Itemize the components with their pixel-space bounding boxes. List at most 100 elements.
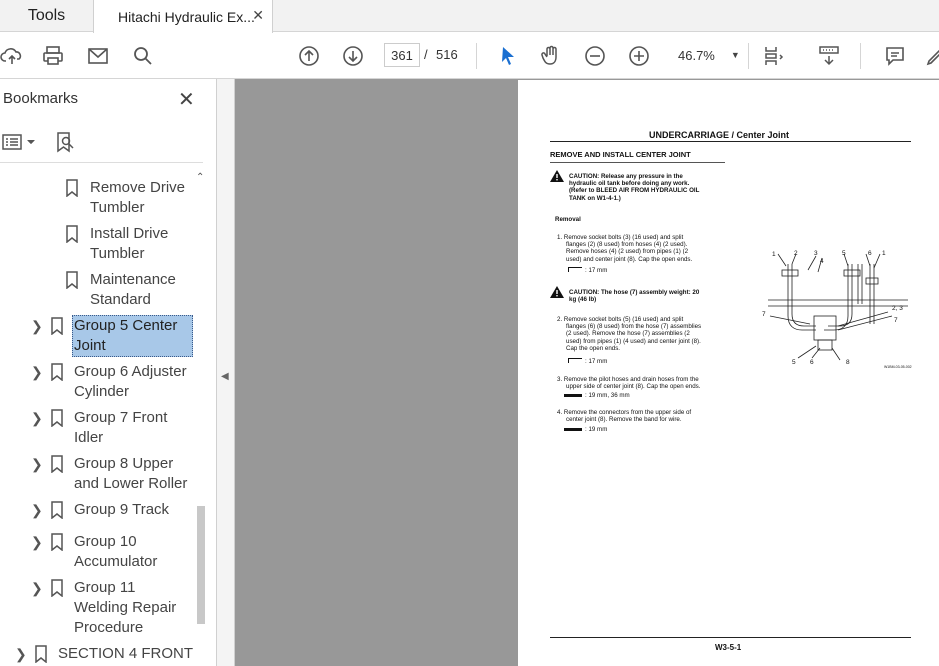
main-toolbar: 361 / 516 46.7% ▼: [0, 33, 939, 79]
bookmark-item-group-8[interactable]: ❯ Group 8 Upper and Lower Roller: [0, 446, 194, 492]
chevron-right-icon[interactable]: ❯: [31, 408, 43, 428]
caution-line: kg (46 lb): [569, 296, 597, 304]
bookmark-item-section-4-front[interactable]: ❯ SECTION 4 FRONT: [0, 636, 194, 666]
caution-line: CAUTION: Release any pressure in the: [569, 173, 683, 180]
bookmark-label: Joint: [74, 337, 106, 354]
zoom-in-icon[interactable]: [625, 42, 653, 70]
bookmark-label: Group 8 Upper: [74, 455, 174, 472]
bookmark-label: Group 5 Center: [74, 317, 178, 334]
print-icon[interactable]: [39, 42, 67, 70]
bookmark-icon: [66, 179, 78, 197]
bookmark-item-group-5-center-joint[interactable]: ❯ Group 5 Center Joint: [0, 308, 194, 357]
bookmark-label: Accumulator: [74, 553, 158, 570]
panel-title: Bookmarks: [3, 90, 79, 107]
chevron-right-icon[interactable]: ❯: [15, 644, 27, 664]
zoom-out-icon[interactable]: [581, 42, 609, 70]
pdf-page: UNDERCARRIAGE / Center Joint REMOVE AND …: [518, 80, 939, 666]
caution-2: CAUTION: The hose (7) assembly weight: 2…: [569, 289, 723, 303]
previous-page-icon[interactable]: [295, 42, 323, 70]
bookmark-label: Cylinder: [74, 383, 130, 400]
tool-size: : 19 mm, 36 mm: [585, 392, 630, 399]
wrench-icon: [564, 393, 582, 397]
chevron-right-icon[interactable]: ❯: [31, 578, 43, 598]
document-viewport[interactable]: UNDERCARRIAGE / Center Joint REMOVE AND …: [235, 79, 939, 666]
zoom-select[interactable]: 46.7% ▼: [672, 43, 742, 67]
bookmark-label: Remove Drive: [90, 179, 186, 196]
bookmark-label: Group 10: [74, 533, 137, 550]
scroll-mode-icon[interactable]: [815, 42, 843, 70]
chevron-right-icon[interactable]: ❯: [31, 316, 43, 336]
chevron-right-icon[interactable]: ❯: [31, 362, 43, 382]
diagram-label: 3: [814, 250, 818, 257]
bookmarks-tools: [0, 121, 203, 163]
bookmark-label: Maintenance: [90, 271, 176, 288]
step-4-tool: : 19 mm: [564, 426, 607, 433]
close-tab-icon[interactable]: ✕: [252, 7, 264, 24]
caution-line: hydraulic oil tank before doing any work…: [569, 180, 690, 188]
bookmarks-panel: Bookmarks ✕ Remove Drive Tumbler Install…: [0, 79, 217, 666]
bookmark-icon: [51, 317, 63, 335]
bookmark-icon: [66, 271, 78, 289]
caution-line: (Refer to BLEED AIR FROM HYDRAULIC OIL: [569, 187, 700, 195]
comment-icon[interactable]: [881, 42, 909, 70]
wrench-icon: [568, 267, 582, 272]
removal-heading: Removal: [555, 216, 581, 223]
bookmark-item-group-7[interactable]: ❯ Group 7 Front Idler: [0, 400, 194, 446]
bookmark-label: Install Drive: [90, 225, 169, 242]
bookmarks-scrollbar[interactable]: ⌃: [194, 170, 208, 666]
step-line: 2. Remove socket bolts (5) (16 used) and…: [557, 316, 684, 323]
bookmark-icon: [51, 501, 63, 519]
panel-collapse-strip[interactable]: ◀: [217, 79, 235, 666]
diagram-label: 5: [842, 250, 846, 257]
hand-tool-icon[interactable]: [537, 42, 565, 70]
step-line: flanges (2) (8 used) from hoses (4) (2 u…: [566, 241, 688, 249]
page-layout-icon[interactable]: [760, 42, 788, 70]
bookmark-item-group-10[interactable]: ❯ Group 10 Accumulator: [0, 524, 194, 570]
step-2: 2. Remove socket bolts (5) (16 used) and…: [557, 316, 723, 352]
tool-size: : 17 mm: [585, 358, 608, 365]
footer-rule: [550, 637, 911, 638]
next-page-icon[interactable]: [339, 42, 367, 70]
bookmark-label: Group 9 Track: [74, 501, 170, 518]
bookmark-item-group-11[interactable]: ❯ Group 11 Welding Repair Procedure: [0, 570, 194, 636]
chevron-right-icon[interactable]: ❯: [31, 500, 43, 520]
tool-size: : 17 mm: [585, 267, 608, 274]
section-title: REMOVE AND INSTALL CENTER JOINT: [550, 150, 691, 159]
bookmark-label: Group 11: [74, 579, 136, 596]
chevron-right-icon[interactable]: ❯: [31, 454, 43, 474]
bookmark-item-maintenance-standard[interactable]: Maintenance Standard: [0, 262, 194, 308]
scrollbar-thumb[interactable]: [197, 506, 205, 624]
close-icon[interactable]: ✕: [178, 87, 195, 112]
diagram-label: 2, 3: [892, 305, 903, 312]
page-total: 516: [436, 47, 458, 62]
scroll-up-icon[interactable]: ⌃: [196, 172, 204, 183]
bookmark-item-group-6[interactable]: ❯ Group 6 Adjuster Cylinder: [0, 354, 194, 400]
step-line: Remove hoses (4) (2 used) from pipes (1)…: [566, 248, 689, 256]
zoom-value: 46.7%: [678, 47, 715, 63]
collapse-panel-icon[interactable]: ◀: [221, 371, 229, 382]
tab-document[interactable]: Hitachi Hydraulic Ex... ✕: [93, 0, 273, 33]
bookmark-label: Standard: [90, 291, 151, 308]
step-2-tool: : 17 mm: [568, 358, 607, 365]
chevron-right-icon[interactable]: ❯: [31, 532, 43, 552]
bookmark-label: Group 7 Front: [74, 409, 168, 426]
step-line: 3. Remove the pilot hoses and drain hose…: [557, 376, 699, 383]
bookmark-options-icon[interactable]: [2, 134, 36, 155]
tab-tools[interactable]: Tools: [0, 0, 93, 32]
upload-cloud-icon[interactable]: [0, 42, 26, 70]
bookmark-item-install-drive-tumbler[interactable]: Install Drive Tumbler: [0, 216, 194, 262]
warning-icon: [550, 170, 564, 182]
select-cursor-icon[interactable]: [494, 42, 522, 70]
sign-pen-icon[interactable]: [922, 42, 939, 70]
step-1-tool: : 17 mm: [568, 267, 607, 274]
pdf-reader-window: Tools Hitachi Hydraulic Ex... ✕ 361 / 51…: [0, 0, 939, 666]
email-icon[interactable]: [84, 42, 112, 70]
bookmark-search-icon[interactable]: [55, 131, 77, 158]
step-line: used) and center joint (8). Cap the open…: [566, 255, 693, 263]
search-icon[interactable]: [129, 42, 157, 70]
bookmark-item-group-9[interactable]: ❯ Group 9 Track: [0, 492, 194, 524]
page-number-input[interactable]: 361: [384, 43, 420, 67]
bookmark-icon: [35, 645, 47, 663]
step-line: Cap the open ends.: [566, 344, 621, 352]
bookmark-item-remove-drive-tumbler[interactable]: Remove Drive Tumbler: [0, 170, 194, 216]
